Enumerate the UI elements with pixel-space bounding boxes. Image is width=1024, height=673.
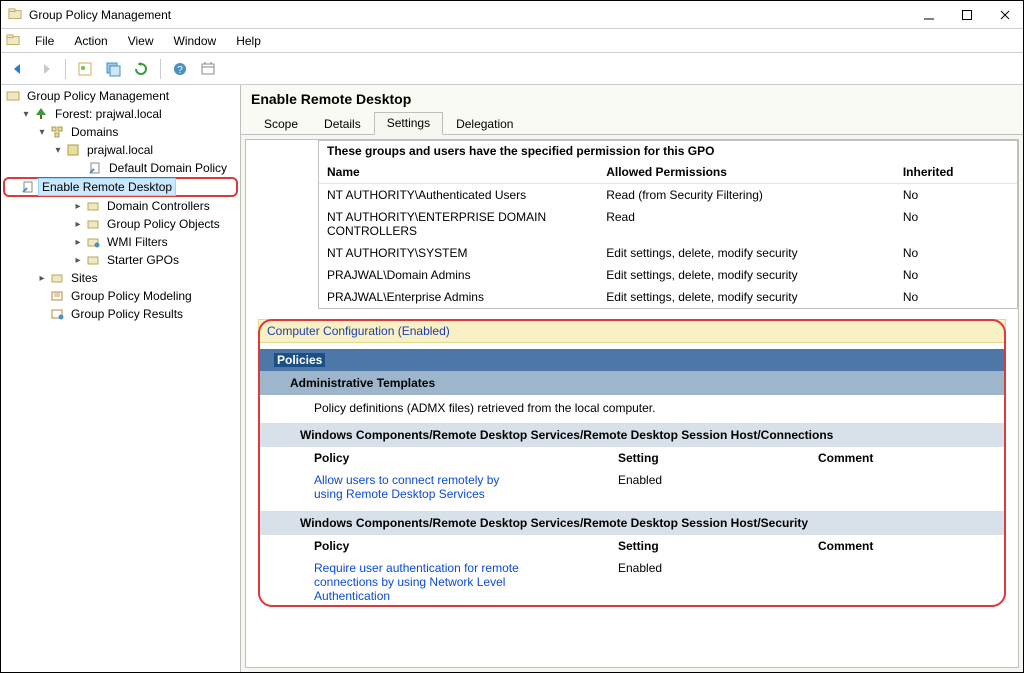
- tree-enable-rd[interactable]: Enable Remote Desktop: [3, 177, 238, 197]
- tree-starter[interactable]: ▸ Starter GPOs: [1, 251, 240, 269]
- tree-domain[interactable]: ▾ prajwal.local: [1, 141, 240, 159]
- policy-header: Policy Setting Comment: [258, 447, 1006, 469]
- forward-button[interactable]: [35, 58, 57, 80]
- col-inherited: Inherited: [895, 161, 1017, 184]
- policy-path-security[interactable]: Windows Components/Remote Desktop Servic…: [258, 511, 1006, 535]
- settings-body[interactable]: These groups and users have the specifie…: [245, 139, 1019, 668]
- policy-link[interactable]: Allow users to connect remotely by using…: [314, 473, 524, 501]
- window-titlebar: Group Policy Management: [1, 1, 1023, 29]
- policy-comment: [818, 561, 998, 603]
- tree-sites[interactable]: ▸ Sites: [1, 269, 240, 287]
- policy-item-nla: Require user authentication for remote c…: [258, 557, 1006, 607]
- tree-results[interactable]: Group Policy Results: [1, 305, 240, 323]
- tree-modeling[interactable]: Group Policy Modeling: [1, 287, 240, 305]
- tree-domains[interactable]: ▾ Domains: [1, 123, 240, 141]
- refresh-button[interactable]: [130, 58, 152, 80]
- chevron-down-icon[interactable]: ▾: [19, 109, 33, 120]
- menu-help[interactable]: Help: [228, 32, 269, 50]
- toolbar: ?: [1, 53, 1023, 85]
- gpo-link-icon: [20, 179, 36, 195]
- modeling-icon: [49, 288, 65, 304]
- tab-settings[interactable]: Settings: [374, 112, 443, 135]
- help-button[interactable]: ?: [169, 58, 191, 80]
- calendar-button[interactable]: [197, 58, 219, 80]
- back-button[interactable]: [7, 58, 29, 80]
- tree-gpo[interactable]: ▸ Group Policy Objects: [1, 215, 240, 233]
- nav-tree[interactable]: Group Policy Management ▾ Forest: prajwa…: [1, 85, 241, 672]
- table-row[interactable]: NT AUTHORITY\ENTERPRISE DOMAIN CONTROLLE…: [319, 206, 1017, 242]
- policy-setting: Enabled: [618, 473, 818, 501]
- col-name: Name: [319, 161, 598, 184]
- policy-path-connections[interactable]: Windows Components/Remote Desktop Servic…: [258, 423, 1006, 447]
- minimize-button[interactable]: [921, 7, 937, 23]
- table-row[interactable]: NT AUTHORITY\SYSTEM Edit settings, delet…: [319, 242, 1017, 264]
- domain-icon: [65, 142, 81, 158]
- wmi-icon: [85, 234, 101, 250]
- content-header: Enable Remote Desktop Scope Details Sett…: [241, 85, 1023, 135]
- domains-icon: [49, 124, 65, 140]
- permissions-title: These groups and users have the specifie…: [319, 141, 1017, 161]
- tree-wmi[interactable]: ▸ WMI Filters: [1, 233, 240, 251]
- menu-view[interactable]: View: [120, 32, 162, 50]
- gpm-icon: [5, 88, 21, 104]
- svg-text:?: ?: [177, 65, 183, 76]
- menu-file[interactable]: File: [27, 32, 62, 50]
- content-pane: Enable Remote Desktop Scope Details Sett…: [241, 85, 1023, 672]
- window-controls: [921, 7, 1017, 23]
- properties-button[interactable]: [74, 58, 96, 80]
- policy-header: Policy Setting Comment: [258, 535, 1006, 557]
- folder-icon: [85, 216, 101, 232]
- menu-window[interactable]: Window: [166, 32, 225, 50]
- table-row[interactable]: PRAJWAL\Enterprise Admins Edit settings,…: [319, 286, 1017, 308]
- chevron-right-icon[interactable]: ▸: [35, 273, 49, 284]
- section-policies[interactable]: Policies: [258, 349, 1006, 371]
- chevron-right-icon[interactable]: ▸: [71, 237, 85, 248]
- gpo-link-icon: [87, 160, 103, 176]
- content-title: Enable Remote Desktop: [251, 91, 1013, 107]
- table-row[interactable]: NT AUTHORITY\Authenticated Users Read (f…: [319, 184, 1017, 207]
- permissions-table: Name Allowed Permissions Inherited NT AU…: [319, 161, 1017, 308]
- tree-forest[interactable]: ▾ Forest: prajwal.local: [1, 105, 240, 123]
- tree-domain-controllers[interactable]: ▸ Domain Controllers: [1, 197, 240, 215]
- app-icon: [7, 7, 23, 23]
- policy-item-allow-remote: Allow users to connect remotely by using…: [258, 469, 1006, 505]
- results-icon: [49, 306, 65, 322]
- menu-action[interactable]: Action: [66, 32, 115, 50]
- forest-icon: [33, 106, 49, 122]
- close-button[interactable]: [997, 7, 1013, 23]
- chevron-right-icon[interactable]: ▸: [71, 201, 85, 212]
- menubar: File Action View Window Help: [1, 29, 1023, 53]
- section-admin-templates[interactable]: Administrative Templates: [258, 371, 1006, 395]
- tab-delegation[interactable]: Delegation: [443, 113, 526, 135]
- tabstrip: Scope Details Settings Delegation: [251, 111, 1013, 134]
- config-wrap: Computer Configuration (Enabled) Policie…: [258, 319, 1006, 607]
- folder-icon: [85, 252, 101, 268]
- tab-scope[interactable]: Scope: [251, 113, 311, 135]
- table-row[interactable]: PRAJWAL\Domain Admins Edit settings, del…: [319, 264, 1017, 286]
- chevron-right-icon[interactable]: ▸: [71, 255, 85, 266]
- new-window-button[interactable]: [102, 58, 124, 80]
- window-title: Group Policy Management: [29, 8, 171, 22]
- tab-details[interactable]: Details: [311, 113, 374, 135]
- sites-icon: [49, 270, 65, 286]
- tree-root[interactable]: Group Policy Management: [1, 87, 240, 105]
- maximize-button[interactable]: [959, 7, 975, 23]
- system-menu-icon[interactable]: [5, 33, 21, 49]
- ou-icon: [85, 198, 101, 214]
- tree-default-policy[interactable]: Default Domain Policy: [1, 159, 240, 177]
- chevron-down-icon[interactable]: ▾: [51, 145, 65, 156]
- chevron-down-icon[interactable]: ▾: [35, 127, 49, 138]
- col-perm: Allowed Permissions: [598, 161, 895, 184]
- policy-link[interactable]: Require user authentication for remote c…: [314, 561, 524, 603]
- section-cc-enabled[interactable]: Computer Configuration (Enabled): [258, 319, 1006, 343]
- permissions-panel: These groups and users have the specifie…: [318, 140, 1018, 309]
- policy-comment: [818, 473, 998, 501]
- chevron-right-icon[interactable]: ▸: [71, 219, 85, 230]
- policy-setting: Enabled: [618, 561, 818, 603]
- admin-note: Policy definitions (ADMX files) retrieve…: [258, 395, 1006, 423]
